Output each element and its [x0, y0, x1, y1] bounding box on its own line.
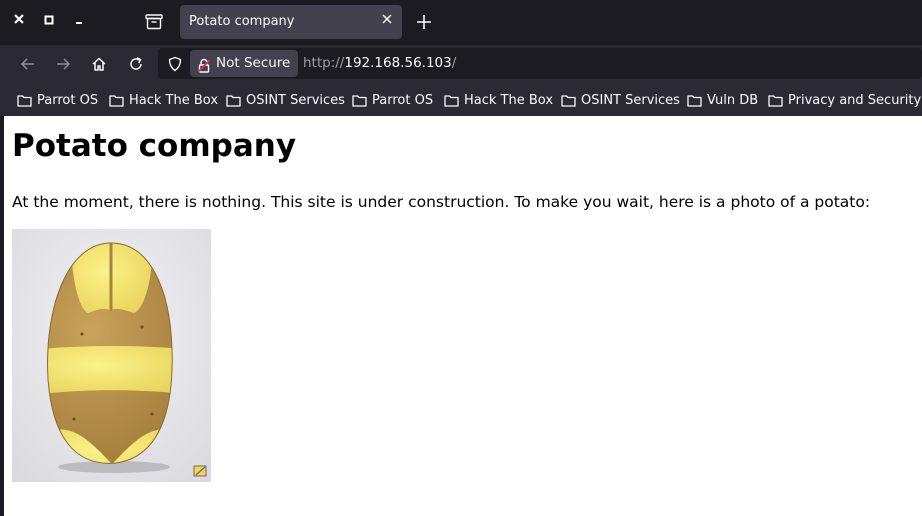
- folder-icon: [352, 94, 367, 107]
- bookmark-folder-vuln-db[interactable]: Vuln DB: [687, 92, 758, 108]
- not-secure-label: Not Secure: [216, 55, 291, 71]
- reload-icon[interactable]: [124, 52, 148, 76]
- minimize-window-icon[interactable]: [68, 11, 90, 33]
- tab-title: Potato company: [189, 14, 295, 29]
- tab-close-icon[interactable]: [378, 12, 396, 30]
- bookmark-folder-osint-services-2[interactable]: OSINT Services: [561, 92, 680, 108]
- forward-arrow-icon[interactable]: [51, 52, 75, 76]
- bookmark-folder-osint-services[interactable]: OSINT Services: [226, 92, 345, 108]
- bookmark-folder-hack-the-box-2[interactable]: Hack The Box: [444, 92, 553, 108]
- bookmark-label: OSINT Services: [246, 92, 345, 108]
- page-paragraph: At the moment, there is nothing. This si…: [12, 193, 871, 211]
- window-left-edge: [0, 116, 4, 516]
- bookmark-label: Parrot OS: [372, 92, 434, 108]
- url-host: 192.168.56.103: [344, 55, 452, 71]
- folder-icon: [561, 94, 576, 107]
- maximize-window-icon[interactable]: [38, 11, 60, 33]
- folder-icon: [687, 94, 702, 107]
- bookmark-label: Hack The Box: [464, 92, 554, 108]
- home-icon[interactable]: [87, 52, 111, 76]
- page-heading: Potato company: [12, 128, 297, 164]
- bookmark-folder-hack-the-box[interactable]: Hack The Box: [109, 92, 218, 108]
- address-bar[interactable]: Not Secure http://192.168.56.103/: [158, 48, 922, 79]
- folder-icon: [109, 94, 124, 107]
- bookmark-label: Privacy and Security: [788, 92, 922, 108]
- folder-icon: [17, 94, 32, 107]
- pencil-watermark-icon: [193, 465, 207, 477]
- close-window-icon[interactable]: [8, 11, 30, 33]
- back-arrow-icon[interactable]: [16, 52, 40, 76]
- url-path: /: [451, 55, 457, 71]
- bookmark-folder-parrot-os[interactable]: Parrot OS: [17, 92, 98, 108]
- bookmark-label: OSINT Services: [581, 92, 680, 108]
- navigation-toolbar: Not Secure http://192.168.56.103/: [0, 45, 922, 82]
- not-secure-indicator[interactable]: Not Secure: [190, 50, 299, 77]
- url-scheme: http://: [303, 55, 345, 71]
- bookmark-label: Vuln DB: [707, 92, 759, 108]
- folder-icon: [768, 94, 783, 107]
- bookmark-folder-parrot-os-2[interactable]: Parrot OS: [352, 92, 433, 108]
- url-text[interactable]: http://192.168.56.103/: [303, 55, 456, 71]
- tab-potato-company[interactable]: Potato company: [180, 5, 402, 39]
- tab-bar: Potato company: [0, 0, 922, 45]
- tracking-protection-shield-icon[interactable]: [164, 53, 186, 75]
- folder-icon: [444, 94, 459, 107]
- bookmarks-toolbar: Parrot OS Hack The Box OSINT Services Pa…: [0, 82, 922, 116]
- bookmark-label: Hack The Box: [129, 92, 219, 108]
- folder-icon: [226, 94, 241, 107]
- tab-list-icon[interactable]: [143, 11, 165, 33]
- bookmark-folder-privacy-and-security[interactable]: Privacy and Security: [768, 92, 921, 108]
- insecure-lock-icon: [197, 56, 211, 83]
- potato-photo: [12, 229, 211, 482]
- new-tab-plus-icon[interactable]: [413, 11, 435, 33]
- bookmark-label: Parrot OS: [37, 92, 99, 108]
